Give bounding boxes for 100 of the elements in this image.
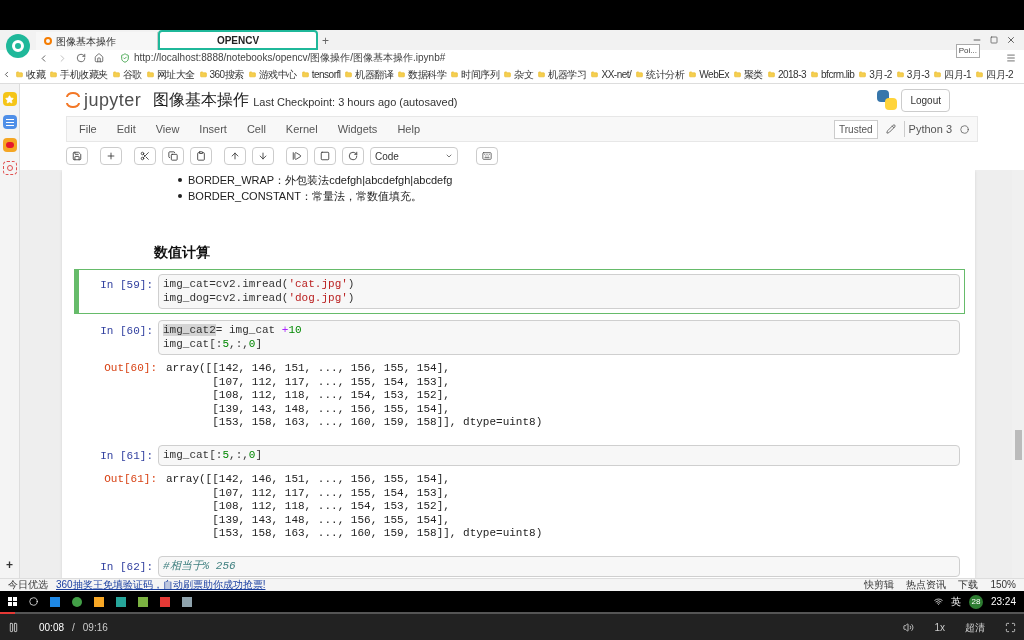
menu-icon[interactable]: [1006, 53, 1016, 63]
bookmark-item[interactable]: 3月-2: [869, 68, 892, 81]
folder-icon: [976, 71, 984, 78]
kernel-name: Python 3: [903, 120, 952, 138]
bookmark-item[interactable]: 收藏: [26, 68, 45, 81]
app-tile-icon[interactable]: [160, 596, 170, 607]
bookmark-item[interactable]: 360搜索: [209, 68, 244, 81]
status-text[interactable]: 今日优选: [8, 579, 48, 591]
weibo-icon[interactable]: [2, 138, 17, 152]
folder-icon: [112, 71, 120, 78]
keyboard-icon[interactable]: [476, 147, 498, 165]
menu-item[interactable]: Kernel: [285, 120, 318, 138]
jupyter-logo[interactable]: jupyter: [66, 86, 142, 114]
bookmark-item[interactable]: 3月-3: [906, 68, 930, 81]
code-cell[interactable]: In [60]: img_cat2= img_cat +10 img_cat[:5,:,0]: [74, 315, 965, 360]
run-icon[interactable]: [286, 147, 308, 165]
search-icon[interactable]: [29, 597, 38, 606]
browser-logo-icon[interactable]: [6, 34, 30, 58]
bookmark-item[interactable]: 2018-3: [777, 68, 807, 81]
zoom-level[interactable]: 150%: [990, 579, 1016, 591]
app-tile-icon[interactable]: [94, 596, 104, 607]
bookmark-item[interactable]: 机器学习: [548, 68, 587, 81]
menu-item[interactable]: File: [79, 120, 97, 138]
copy-icon[interactable]: [162, 147, 184, 165]
bookmark-item[interactable]: 四月-2: [986, 68, 1014, 81]
cell-type-select[interactable]: Code: [370, 147, 458, 165]
app-tile-icon[interactable]: [116, 596, 126, 607]
trusted-badge[interactable]: Trusted: [834, 119, 878, 139]
bookmark-item[interactable]: 机器翻译: [355, 68, 394, 81]
maximize-icon[interactable]: [990, 36, 998, 44]
bookmark-item[interactable]: 数据科学: [408, 68, 447, 81]
arrow-down-icon[interactable]: [252, 147, 274, 165]
new-tab-button[interactable]: +: [318, 32, 333, 50]
menu-item[interactable]: View: [155, 120, 180, 138]
scissors-icon[interactable]: [134, 147, 156, 165]
code-cell[interactable]: In [61]: img_cat[:5,:,0]: [74, 439, 965, 471]
bookmark-item[interactable]: 杂文: [514, 68, 534, 81]
app-tile-icon[interactable]: [182, 596, 192, 607]
windows-start-icon[interactable]: [8, 597, 17, 606]
bookmark-item[interactable]: 谷歌: [122, 68, 142, 81]
arrow-up-icon[interactable]: [224, 147, 246, 165]
browser-tab[interactable]: 图像基本操作: [36, 32, 158, 50]
status-item[interactable]: 热点资讯: [906, 579, 947, 591]
save-icon[interactable]: [66, 147, 88, 165]
notebook-title[interactable]: 图像基本操作: [153, 88, 250, 112]
app-tile-icon[interactable]: [72, 596, 82, 607]
mail-icon[interactable]: [2, 161, 17, 175]
menu-item[interactable]: Cell: [246, 120, 266, 138]
fullscreen-icon[interactable]: [1005, 621, 1016, 633]
status-notice-link[interactable]: 360抽奖王免填验证码，自动刷票助你成功抢票!: [56, 579, 266, 591]
bookmark-item[interactable]: 统计分析: [646, 68, 685, 81]
bookmark-item[interactable]: 游戏中心: [258, 68, 297, 81]
add-button[interactable]: +: [6, 556, 13, 574]
bookmark-item[interactable]: XX-net/: [601, 68, 632, 81]
menu-item[interactable]: Edit: [116, 120, 136, 138]
app-tile-icon[interactable]: [50, 596, 60, 607]
code-input[interactable]: img_cat=cv2.imread('cat.jpg') img_dog=cv2.imread('dog.jpg'): [158, 274, 960, 309]
collapse-icon[interactable]: [2, 70, 11, 79]
bookmark-item[interactable]: 聚类: [743, 68, 763, 81]
bookmark-item[interactable]: 四月-1: [944, 68, 972, 81]
pause-icon[interactable]: [8, 621, 19, 633]
browser-tab[interactable]: OPENCV: [158, 30, 318, 50]
restart-icon[interactable]: [342, 147, 364, 165]
menu-item[interactable]: Insert: [199, 120, 227, 138]
logout-button[interactable]: Logout: [901, 88, 950, 112]
status-item[interactable]: 快剪辑: [864, 579, 895, 591]
scrollbar-thumb[interactable]: [1014, 430, 1022, 460]
bookmark-item[interactable]: 手机收藏夹: [60, 68, 108, 81]
ime-indicator[interactable]: 英: [950, 594, 961, 609]
bookmark-item[interactable]: tensorfl: [311, 68, 341, 81]
news-icon[interactable]: [2, 115, 17, 129]
shield-icon: [120, 53, 130, 63]
code-input[interactable]: img_cat[:5,:,0]: [158, 444, 960, 466]
speed-button[interactable]: 1x: [934, 619, 945, 635]
quality-button[interactable]: 超清: [965, 619, 985, 635]
notification-badge[interactable]: 28: [968, 594, 983, 609]
reload-icon[interactable]: [76, 53, 86, 63]
app-tile-icon[interactable]: [138, 596, 148, 607]
menu-item[interactable]: Widgets: [337, 120, 378, 138]
edit-icon[interactable]: [885, 124, 896, 134]
close-icon[interactable]: [1006, 35, 1016, 45]
code-cell[interactable]: In [62]: #相当于% 256: [74, 550, 965, 578]
home-icon[interactable]: [94, 53, 104, 63]
code-cell[interactable]: In [59]: img_cat=cv2.imread('cat.jpg') img_dog=cv2.imread('dog.jpg'): [74, 269, 965, 314]
star-icon[interactable]: [2, 92, 17, 106]
bookmark-item[interactable]: WebEx: [699, 68, 729, 81]
code-input[interactable]: #相当于% 256: [158, 555, 960, 577]
status-item[interactable]: 下载: [958, 579, 979, 591]
bookmark-item[interactable]: 时间序列: [461, 68, 500, 81]
bookmark-item[interactable]: 网址大全: [156, 68, 195, 81]
clock-text[interactable]: 23:24: [990, 594, 1016, 609]
stop-icon[interactable]: [314, 147, 336, 165]
volume-icon[interactable]: [903, 621, 915, 633]
code-input[interactable]: img_cat2= img_cat +10 img_cat[:5,:,0]: [158, 320, 960, 355]
plus-icon[interactable]: [100, 147, 122, 165]
section-heading: 数值计算: [153, 243, 211, 262]
paste-icon[interactable]: [190, 147, 212, 165]
folder-icon: [934, 71, 942, 78]
bookmark-item[interactable]: bfcrm.lib: [821, 68, 855, 81]
menu-item[interactable]: Help: [397, 120, 420, 138]
